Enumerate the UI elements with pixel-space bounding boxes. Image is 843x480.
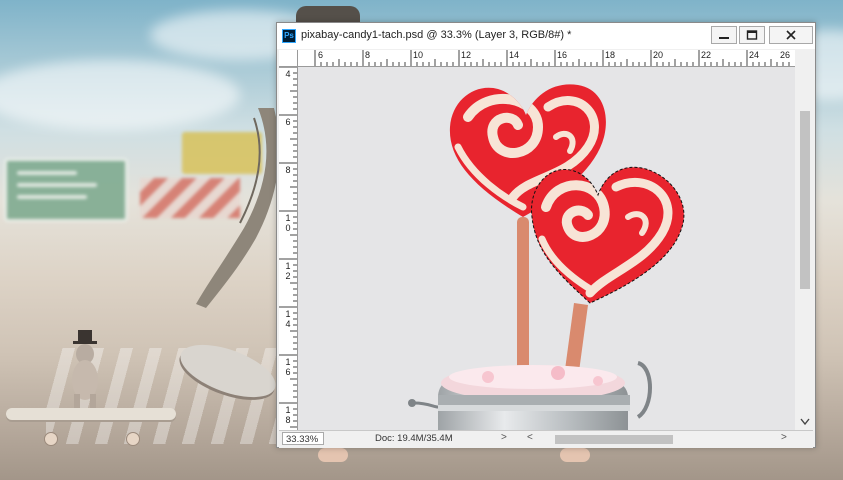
skateboard-wheel [126,432,140,446]
ruler-label: 20 [653,50,664,60]
document-title: pixabay-candy1-tach.psd @ 33.3% (Layer 3… [301,29,572,41]
minimize-icon [719,37,729,39]
zoom-field[interactable]: 33.33% [282,432,324,445]
window-titlebar[interactable]: Ps pixabay-candy1-tach.psd @ 33.3% (Laye… [277,23,815,49]
horizontal-ruler[interactable]: 6 8 10 12 14 16 18 20 22 24 26 [298,50,795,67]
candy-jar [408,361,652,430]
mouse-figure [72,330,98,412]
status-bar: 33.33% Doc: 19.4M/35.4M > < > [279,430,813,448]
horizontal-scroll-thumb[interactable] [555,435,673,444]
ruler-label: 24 [749,50,760,60]
large-wheel [318,448,348,462]
close-icon [786,30,796,40]
canvas-artwork [408,84,685,430]
ruler-label: 16 [557,50,568,60]
maximize-icon [746,30,758,40]
ruler-label: 6 [318,50,324,60]
minimize-button[interactable] [711,26,737,44]
ruler-label: 8 [285,165,291,175]
document-canvas[interactable] [298,67,795,430]
ruler-label: 6 [285,117,291,127]
doc-size-info: Doc: 19.4M/35.4M [375,433,453,444]
lollipop-stick [517,217,529,377]
ruler-label: 18 [285,405,291,425]
scroll-down-icon[interactable] [800,418,810,426]
heart-lollipop-front [531,166,685,304]
document-window[interactable]: Ps pixabay-candy1-tach.psd @ 33.3% (Laye… [276,22,816,448]
ruler-label: 14 [509,50,520,60]
ruler-label: 4 [285,69,291,79]
skateboard-wheel [44,432,58,446]
ruler-origin[interactable] [279,50,298,67]
ruler-label: 22 [701,50,712,60]
ruler-label: 12 [461,50,472,60]
maximize-button[interactable] [739,26,765,44]
ruler-label: 10 [413,50,424,60]
elephant-trunk [196,108,276,308]
scroll-left-icon[interactable]: < [527,432,533,443]
status-menu-arrow[interactable]: > [501,432,507,443]
road-sign [4,158,128,222]
scroll-right-icon[interactable]: > [781,432,787,443]
large-wheel [560,448,590,462]
ruler-label: 12 [285,261,291,281]
ruler-label: 10 [285,213,291,233]
ruler-label: 26 [780,50,791,60]
close-button[interactable] [769,26,813,44]
photoshop-icon: Ps [282,29,296,43]
mouse-skateboard [6,408,176,420]
ruler-label: 16 [285,357,291,377]
vertical-scroll-thumb[interactable] [800,111,810,289]
vertical-scrollbar[interactable] [796,67,813,430]
ruler-ticks [314,50,790,66]
ruler-label: 8 [365,50,371,60]
ruler-label: 14 [285,309,291,329]
horizontal-scrollbar[interactable]: < > [527,432,789,444]
vertical-ruler[interactable]: 4 6 8 10 12 14 16 18 [279,67,298,430]
ruler-label: 18 [605,50,616,60]
